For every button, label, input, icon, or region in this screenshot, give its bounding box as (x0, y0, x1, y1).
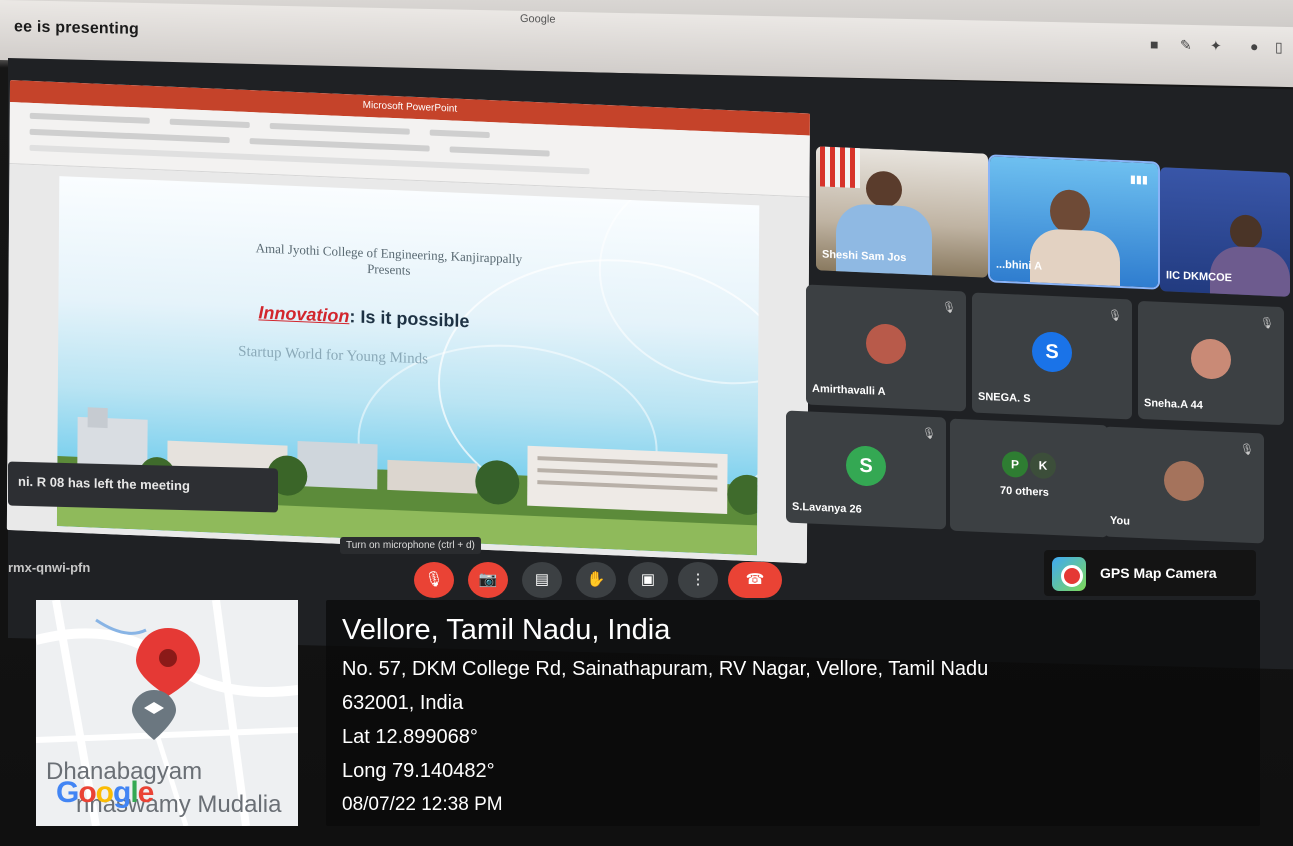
end-call-icon: ☎ (745, 571, 765, 588)
gps-app-icon (1052, 557, 1086, 591)
toast-text: ni. R 08 has left the meeting (18, 473, 190, 494)
participant-tile-2[interactable]: ▮▮▮ ...bhini A (988, 154, 1160, 290)
participant-tile-5[interactable]: S 🎙︎ SNEGA. S (972, 292, 1132, 420)
share-icon[interactable]: ✎ (1180, 37, 1192, 54)
leave-call-button[interactable]: ☎ (728, 562, 782, 598)
participant-name: S.Lavanya 26 (792, 500, 862, 516)
camera-off-icon: 📷 (478, 571, 498, 588)
datetime: 08/07/22 12:38 PM (342, 794, 503, 815)
participant-name: SNEGA. S (978, 390, 1031, 406)
participant-tile-6[interactable]: 🎙︎ Sneha.A 44 (1138, 300, 1284, 426)
hand-icon: ✋ (586, 571, 606, 588)
slide-subtitle: Startup World for Young Minds (238, 343, 429, 368)
profile-icon[interactable]: ● (1250, 38, 1258, 54)
participant-name: ...bhini A (996, 258, 1043, 273)
participant-tile-1[interactable]: Sheshi Sam Jos (816, 146, 988, 278)
more-vert-icon: ⋮ (690, 571, 706, 588)
captions-icon: ▤ (534, 571, 550, 588)
google-logo: Google (56, 776, 154, 809)
notification-toast: ni. R 08 has left the meeting (8, 461, 278, 513)
location-title: Vellore, Tamil Nadu, India (342, 614, 671, 646)
mic-off-icon: 🎙︎ (942, 301, 956, 315)
mic-off-icon: 🎙︎ (1240, 443, 1254, 457)
innovation-word: Innovation (258, 302, 350, 327)
camera-button[interactable]: 📷 (468, 562, 508, 598)
participant-tile-3[interactable]: IIC DKMCOE (1160, 167, 1290, 297)
slide-headline: Innovation: Is it possible (258, 302, 469, 332)
presenting-label: ee is presenting (14, 18, 140, 38)
menu-icon[interactable]: ▯ (1275, 39, 1283, 56)
avatar-letter: S (1032, 331, 1072, 373)
participant-tile-4[interactable]: 🎙︎ Amirthavalli A (806, 284, 966, 412)
avatar-photo (866, 323, 906, 365)
avatar-photo (1191, 338, 1231, 380)
meeting-code: rmx-qnwi-pfn (8, 560, 91, 575)
more-options-button[interactable]: ⋮ (678, 562, 718, 598)
avatar-letter: K (1030, 452, 1056, 480)
avatar-photo (1164, 460, 1204, 502)
participant-tile-8[interactable]: P K 70 others (950, 418, 1108, 538)
mic-off-icon: 🎙︎ (1108, 309, 1122, 323)
mic-off-icon: 🎙︎ (922, 427, 936, 441)
present-button[interactable]: ▣ (628, 562, 668, 598)
captions-button[interactable]: ▤ (522, 562, 562, 598)
speaking-indicator-icon: ▮▮▮ (1129, 173, 1148, 187)
participant-tile-self[interactable]: 🎙︎ You (1104, 426, 1264, 544)
microphone-button[interactable]: 🎙 (414, 562, 454, 598)
participant-name: Amirthavalli A (812, 382, 886, 398)
gps-map-camera-badge: GPS Map Camera (1044, 550, 1256, 596)
photo-of-laptop-screen: ee is presenting Google ■ ✎ ✦ ● ▯ Micros… (0, 0, 1293, 846)
star-icon[interactable]: ✦ (1210, 37, 1222, 54)
address-line-1: No. 57, DKM College Rd, Sainathapuram, R… (342, 658, 989, 680)
microphone-tooltip: Turn on microphone (ctrl + d) (340, 537, 481, 554)
mic-off-icon: 🎙 (424, 571, 444, 588)
headline-question: : Is it possible (349, 306, 470, 332)
gps-app-name: GPS Map Camera (1100, 565, 1217, 581)
participant-name: Sneha.A 44 (1144, 397, 1203, 412)
map-thumbnail: Dhanabagyam nnaswamy Mudalia Google (36, 600, 298, 826)
mic-off-icon: 🎙︎ (1260, 317, 1274, 330)
extension-icon[interactable]: ■ (1150, 36, 1158, 52)
avatar-letter: P (1002, 450, 1028, 478)
tab-title-hint: Google (520, 12, 556, 26)
latitude: Lat 12.899068° (342, 726, 478, 748)
location-info-card: Vellore, Tamil Nadu, India No. 57, DKM C… (326, 600, 1260, 826)
address-line-2: 632001, India (342, 692, 464, 714)
avatar-letter: S (846, 445, 886, 487)
longitude: Long 79.140482° (342, 760, 495, 782)
participant-name: You (1110, 514, 1130, 528)
others-count: 70 others (1000, 484, 1049, 499)
map-pin-icon (136, 628, 200, 696)
slide-college-name: Amal Jyothi College of Engineering, Kanj… (189, 238, 589, 287)
raise-hand-button[interactable]: ✋ (576, 562, 616, 598)
participant-tile-7[interactable]: S 🎙︎ S.Lavanya 26 (786, 410, 946, 530)
present-icon: ▣ (640, 571, 656, 588)
